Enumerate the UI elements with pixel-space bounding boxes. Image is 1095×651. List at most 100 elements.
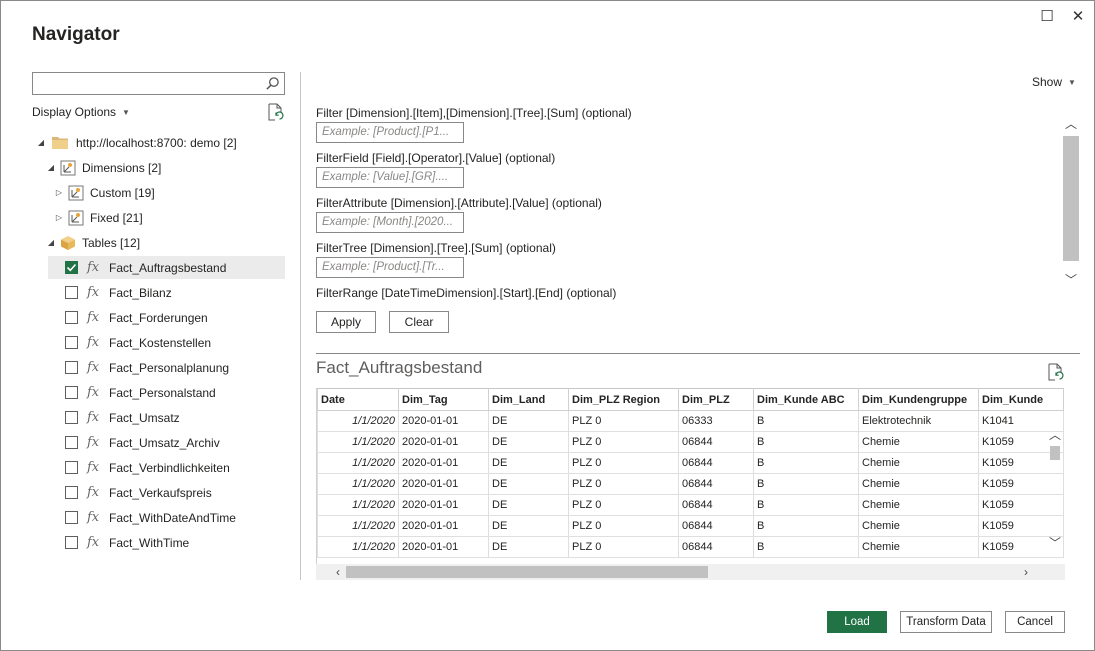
table-cell[interactable]: B xyxy=(753,431,859,453)
table-cell[interactable]: 2020-01-01 xyxy=(398,431,489,453)
tree-node-root[interactable]: ◢ http://localhost:8700: demo [2] xyxy=(36,131,237,154)
tree-item-fact-personalplanung[interactable]: fx Fact_Personalplanung xyxy=(65,356,229,379)
checkbox[interactable] xyxy=(65,461,78,474)
table-cell[interactable]: Chemie xyxy=(858,536,979,558)
table-cell[interactable]: B xyxy=(753,494,859,516)
table-cell[interactable]: 1/1/2020 xyxy=(317,536,399,558)
table-cell[interactable]: Chemie xyxy=(858,515,979,537)
table-cell[interactable]: 2020-01-01 xyxy=(398,452,489,474)
table-cell[interactable]: PLZ 0 xyxy=(568,452,679,474)
scroll-down-icon[interactable]: ﹀ xyxy=(1047,534,1063,550)
table-cell[interactable]: PLZ 0 xyxy=(568,473,679,495)
column-header[interactable]: Dim_Kunde ABC xyxy=(753,388,859,411)
tree-item-fact-personalstand[interactable]: fx Fact_Personalstand xyxy=(65,381,216,404)
table-cell[interactable]: 2020-01-01 xyxy=(398,410,489,432)
scrollbar-thumb[interactable] xyxy=(1063,136,1079,261)
table-cell[interactable]: PLZ 0 xyxy=(568,536,679,558)
table-cell[interactable]: DE xyxy=(488,494,569,516)
checkbox[interactable] xyxy=(65,286,78,299)
table-cell[interactable]: PLZ 0 xyxy=(568,494,679,516)
tree-node-custom[interactable]: ▷ Custom [19] xyxy=(54,181,155,204)
tree-node-dimensions[interactable]: ◢ Dimensions [2] xyxy=(46,156,161,179)
tree-item-fact-kostenstellen[interactable]: fx Fact_Kostenstellen xyxy=(65,331,211,354)
table-cell[interactable]: 2020-01-01 xyxy=(398,494,489,516)
tree-node-fixed[interactable]: ▷ Fixed [21] xyxy=(54,206,143,229)
tree-item-fact-verbindlichkeiten[interactable]: fx Fact_Verbindlichkeiten xyxy=(65,456,230,479)
transform-data-button[interactable]: Transform Data xyxy=(900,611,992,633)
table-row[interactable]: 1/1/2020 2020-01-01 DE PLZ 0 06844 B Chemie K10… xyxy=(317,536,1064,558)
parameters-scrollbar[interactable]: ︿ ﹀ xyxy=(1063,111,1079,291)
checkbox[interactable] xyxy=(65,536,78,549)
table-cell[interactable]: B xyxy=(753,536,859,558)
table-row[interactable]: 1/1/2020 2020-01-01 DE PLZ 0 06844 B Chemie K10… xyxy=(317,515,1064,537)
param-input-filtertree[interactable]: Example: [Product].[Tr... xyxy=(316,257,464,278)
checkbox[interactable] xyxy=(65,311,78,324)
table-cell[interactable]: B xyxy=(753,452,859,474)
grid-vertical-scrollbar[interactable]: ︿ ﹀ xyxy=(1047,426,1063,551)
table-cell[interactable]: 06844 xyxy=(678,494,754,516)
param-input-filterfield[interactable]: Example: [Value].[GR].... xyxy=(316,167,464,188)
tree-item-fact-umsatz-archiv[interactable]: fx Fact_Umsatz_Archiv xyxy=(65,431,220,454)
column-header[interactable]: Date xyxy=(317,388,399,411)
scroll-up-icon[interactable]: ︿ xyxy=(1047,426,1063,442)
table-cell[interactable]: 06844 xyxy=(678,536,754,558)
table-cell[interactable]: DE xyxy=(488,515,569,537)
param-input-filter[interactable]: Example: [Product].[P1... xyxy=(316,122,464,143)
refresh-icon[interactable] xyxy=(1047,363,1064,381)
table-cell[interactable]: B xyxy=(753,410,859,432)
checkbox[interactable] xyxy=(65,511,78,524)
tree-item-fact-verkaufspreis[interactable]: fx Fact_Verkaufspreis xyxy=(65,481,212,504)
table-cell[interactable]: 1/1/2020 xyxy=(317,515,399,537)
tree-item-fact-bilanz[interactable]: fx Fact_Bilanz xyxy=(65,281,172,304)
expand-icon[interactable]: ▷ xyxy=(54,213,64,222)
table-cell[interactable]: DE xyxy=(488,410,569,432)
tree-item-fact-forderungen[interactable]: fx Fact_Forderungen xyxy=(65,306,208,329)
close-icon[interactable]: ✕ xyxy=(1066,6,1090,26)
table-cell[interactable]: PLZ 0 xyxy=(568,410,679,432)
column-header[interactable]: Dim_Tag xyxy=(398,388,489,411)
clear-button[interactable]: Clear xyxy=(389,311,449,333)
column-header[interactable]: Dim_PLZ xyxy=(678,388,754,411)
search-input[interactable] xyxy=(32,72,285,95)
table-cell[interactable]: 1/1/2020 xyxy=(317,473,399,495)
scrollbar-thumb[interactable] xyxy=(1050,446,1060,460)
refresh-icon[interactable] xyxy=(267,103,284,121)
table-cell[interactable]: Chemie xyxy=(858,494,979,516)
checkbox[interactable] xyxy=(65,411,78,424)
table-cell[interactable]: 2020-01-01 xyxy=(398,473,489,495)
table-cell[interactable]: 1/1/2020 xyxy=(317,431,399,453)
column-header[interactable]: Dim_Kundengruppe xyxy=(858,388,979,411)
scroll-up-icon[interactable]: ︿ xyxy=(1063,115,1079,131)
table-cell[interactable]: 06844 xyxy=(678,515,754,537)
table-cell[interactable]: 06844 xyxy=(678,473,754,495)
column-header[interactable]: Dim_Kunde xyxy=(978,388,1064,411)
table-cell[interactable]: DE xyxy=(488,473,569,495)
tree-item-fact-withdateandtime[interactable]: fx Fact_WithDateAndTime xyxy=(65,506,236,529)
collapse-icon[interactable]: ◢ xyxy=(46,238,56,247)
table-cell[interactable]: 1/1/2020 xyxy=(317,494,399,516)
tree-node-tables[interactable]: ◢ Tables [12] xyxy=(46,231,140,254)
display-options-dropdown[interactable]: Display Options ▼ xyxy=(32,105,130,119)
checkbox[interactable] xyxy=(65,386,78,399)
checkbox[interactable] xyxy=(65,361,78,374)
table-cell[interactable]: DE xyxy=(488,431,569,453)
maximize-icon[interactable]: ☐ xyxy=(1035,6,1059,26)
table-cell[interactable]: PLZ 0 xyxy=(568,515,679,537)
tree-item-fact-auftragsbestand[interactable]: fx Fact_Auftragsbestand xyxy=(48,256,285,279)
tree-item-fact-withtime[interactable]: fx Fact_WithTime xyxy=(65,531,189,554)
table-cell[interactable]: 06844 xyxy=(678,452,754,474)
expand-icon[interactable]: ▷ xyxy=(54,188,64,197)
table-cell[interactable]: Chemie xyxy=(858,431,979,453)
param-input-filterattribute[interactable]: Example: [Month].[2020... xyxy=(316,212,464,233)
checkbox[interactable] xyxy=(65,436,78,449)
apply-button[interactable]: Apply xyxy=(316,311,376,333)
scroll-right-icon[interactable]: › xyxy=(1018,564,1034,580)
table-cell[interactable]: Chemie xyxy=(858,473,979,495)
checkbox-checked[interactable] xyxy=(65,261,78,274)
table-cell[interactable]: 2020-01-01 xyxy=(398,536,489,558)
collapse-icon[interactable]: ◢ xyxy=(36,138,46,147)
table-cell[interactable]: Elektrotechnik xyxy=(858,410,979,432)
table-cell[interactable]: B xyxy=(753,515,859,537)
table-cell[interactable]: 06333 xyxy=(678,410,754,432)
table-cell[interactable]: DE xyxy=(488,536,569,558)
